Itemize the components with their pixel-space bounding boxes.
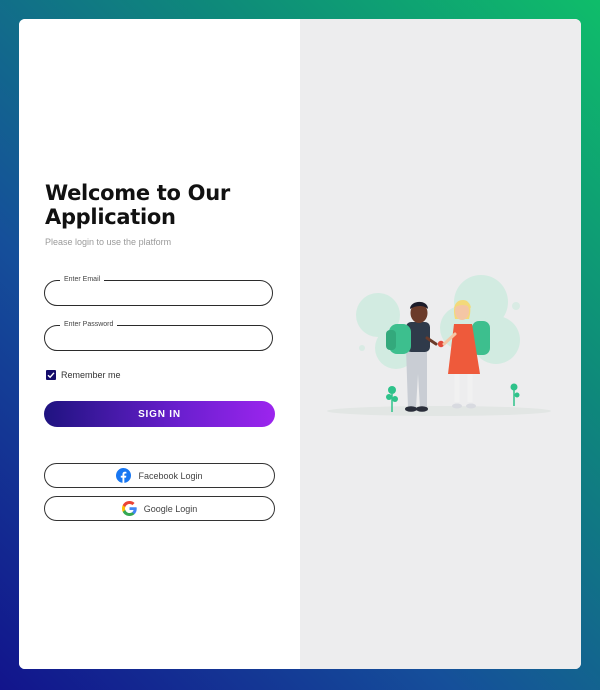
facebook-login-label: Facebook Login (138, 470, 203, 481)
email-field: Enter Email (44, 275, 273, 306)
password-input[interactable] (55, 330, 264, 348)
page-subtitle: Please login to use the platform (45, 237, 172, 247)
illustration-panel (300, 19, 581, 669)
google-login-label: Google Login (143, 503, 198, 514)
checkmark-icon (47, 372, 55, 379)
remember-me-row: Remember me (46, 370, 121, 380)
remember-me-label: Remember me (61, 370, 121, 380)
remember-me-checkbox[interactable] (46, 370, 56, 380)
facebook-login-button[interactable]: Facebook Login (44, 463, 275, 488)
page-title: Welcome to Our Application (45, 181, 230, 229)
facebook-icon (116, 468, 132, 483)
login-card: Welcome to Our Application Please login … (19, 19, 581, 669)
kids-with-backpacks-illustration (327, 275, 551, 416)
sign-in-button[interactable]: SIGN IN (44, 401, 275, 427)
google-login-button[interactable]: Google Login (44, 496, 275, 521)
login-panel: Welcome to Our Application Please login … (19, 19, 300, 669)
password-field-label: Enter Password (60, 320, 118, 330)
google-icon (121, 501, 137, 516)
title-line-1: Welcome to Our (45, 181, 230, 205)
email-input[interactable] (55, 285, 264, 303)
title-line-2: Application (45, 205, 176, 229)
password-field: Enter Password (44, 320, 273, 351)
email-field-label: Enter Email (60, 275, 105, 285)
